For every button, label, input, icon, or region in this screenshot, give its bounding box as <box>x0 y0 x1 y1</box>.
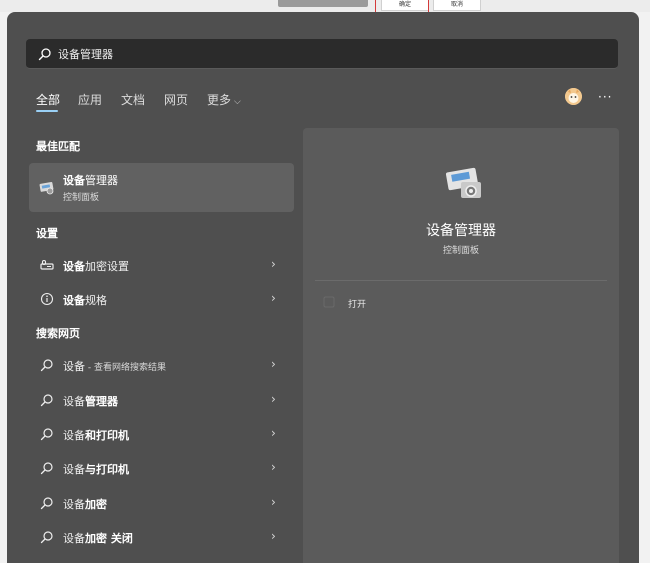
chevron-right-icon: › <box>271 392 276 406</box>
settings-item-device-specs[interactable]: 设备规格 › <box>29 284 294 314</box>
chevron-right-icon: › <box>271 291 276 305</box>
tab-all-label: 全部 <box>36 93 61 107</box>
device-encryption-icon <box>40 259 54 270</box>
settings-item-label: 设备加密设置 <box>63 260 129 273</box>
search-icon <box>40 531 53 544</box>
info-icon <box>40 292 54 306</box>
open-action[interactable]: 打开 <box>348 297 366 310</box>
search-icon <box>40 359 53 372</box>
chevron-down-icon: ⌵ <box>234 97 241 107</box>
tab-all[interactable]: 全部 <box>36 91 61 112</box>
device-manager-icon <box>445 167 481 198</box>
web-result-item[interactable]: 设备 - 查看网络搜索结果 › <box>29 350 294 380</box>
divider <box>315 280 607 281</box>
search-icon <box>40 462 53 475</box>
web-result-label: 设备 - 查看网络搜索结果 <box>63 360 166 373</box>
search-icon <box>40 394 53 407</box>
section-best-match: 最佳匹配 <box>36 140 80 153</box>
web-result-label: 设备与打印机 <box>63 463 129 476</box>
tab-web[interactable]: 网页 <box>164 91 188 108</box>
device-manager-icon <box>39 182 54 195</box>
web-result-item[interactable]: 设备管理器 › <box>29 385 294 415</box>
avatar[interactable] <box>565 88 582 105</box>
web-result-label: 设备管理器 <box>63 395 118 408</box>
background-confirm-button: 确定 <box>381 0 429 11</box>
tab-documents-label: 文档 <box>121 93 146 107</box>
search-icon <box>40 497 53 510</box>
section-settings: 设置 <box>36 227 58 240</box>
chevron-right-icon: › <box>271 426 276 440</box>
tab-web-label: 网页 <box>164 93 189 107</box>
detail-pane: 设备管理器 控制面板 打开 <box>303 128 619 563</box>
background-cancel-button: 取消 <box>433 0 481 11</box>
tab-more-label: 更多 <box>207 93 232 107</box>
best-match-subtitle: 控制面板 <box>63 193 100 203</box>
settings-item-device-encryption[interactable]: 设备加密设置 › <box>29 250 294 280</box>
tab-more[interactable]: 更多 ⌵ <box>207 91 241 108</box>
search-icon <box>38 48 51 61</box>
open-icon <box>323 296 335 308</box>
web-result-item[interactable]: 设备和打印机 › <box>29 419 294 449</box>
search-panel: 设备管理器 全部 应用 文档 网页 更多 ⌵ ··· 最佳匹配 设备管理器 控制面… <box>7 12 639 563</box>
chevron-right-icon: › <box>271 529 276 543</box>
avatar-icon <box>565 88 582 105</box>
settings-item-label: 设备规格 <box>63 294 107 307</box>
web-result-label: 设备和打印机 <box>63 429 129 442</box>
tab-active-indicator <box>36 110 58 112</box>
tab-apps-label: 应用 <box>78 93 103 107</box>
best-match-title: 设备管理器 <box>63 174 118 187</box>
chevron-right-icon: › <box>271 257 276 271</box>
more-options-button[interactable]: ··· <box>598 90 612 104</box>
web-result-label: 设备加密 关闭 <box>63 532 133 545</box>
search-input-value: 设备管理器 <box>58 48 113 61</box>
web-result-label: 设备加密 <box>63 498 107 511</box>
chevron-right-icon: › <box>271 357 276 371</box>
search-input[interactable]: 设备管理器 <box>26 39 618 69</box>
detail-title: 设备管理器 <box>426 223 496 239</box>
search-icon <box>40 428 53 441</box>
background-gray-bar <box>278 0 368 7</box>
best-match-item[interactable]: 设备管理器 控制面板 <box>29 163 294 212</box>
section-web: 搜索网页 <box>36 327 80 340</box>
chevron-right-icon: › <box>271 495 276 509</box>
tab-documents[interactable]: 文档 <box>121 91 145 108</box>
web-result-item[interactable]: 设备与打印机 › <box>29 453 294 483</box>
web-result-item[interactable]: 设备加密 关闭 › <box>29 522 294 552</box>
background-red-line <box>375 0 376 12</box>
detail-subtitle: 控制面板 <box>442 246 479 256</box>
web-result-item[interactable]: 设备加密 › <box>29 488 294 518</box>
tab-apps[interactable]: 应用 <box>78 91 102 108</box>
background-red-line <box>428 0 429 12</box>
chevron-right-icon: › <box>271 460 276 474</box>
